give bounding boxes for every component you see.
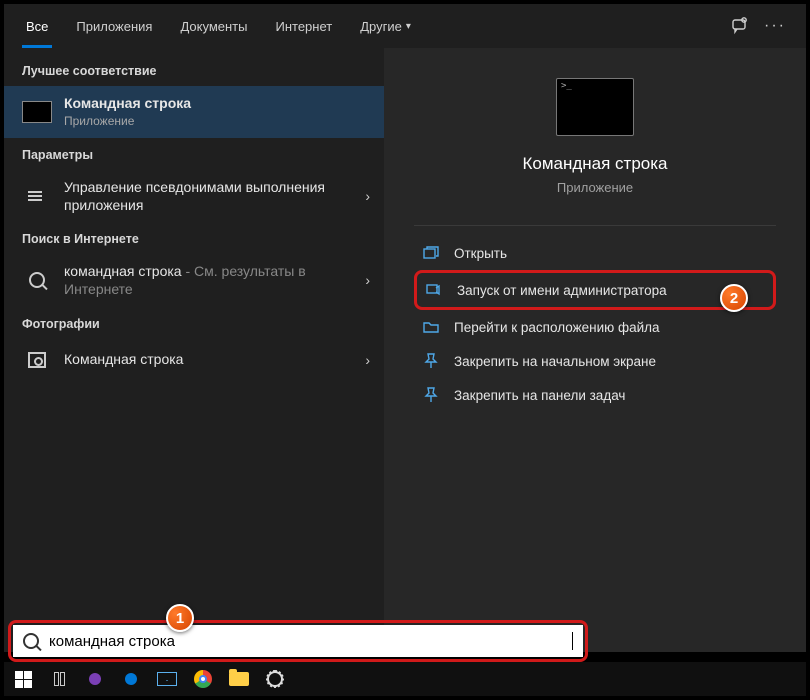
result-web-search[interactable]: командная строка - См. результаты в Инте… bbox=[4, 254, 384, 306]
search-icon bbox=[29, 272, 45, 288]
filter-tabs: Все Приложения Документы Интернет Другие… bbox=[4, 4, 806, 48]
preview-subtitle: Приложение bbox=[557, 180, 633, 195]
search-icon bbox=[23, 633, 39, 649]
action-open-location[interactable]: Перейти к расположению файла bbox=[414, 310, 776, 344]
tab-all[interactable]: Все bbox=[12, 4, 62, 48]
windows-icon bbox=[15, 671, 32, 688]
section-photos: Фотографии bbox=[4, 307, 384, 339]
action-pin-start[interactable]: Закрепить на начальном экране bbox=[414, 344, 776, 378]
task-view-icon bbox=[54, 672, 65, 686]
circle-icon bbox=[125, 673, 137, 685]
result-photo[interactable]: Командная строка › bbox=[4, 339, 384, 381]
task-view-button[interactable] bbox=[46, 666, 72, 692]
app-large-icon bbox=[556, 78, 634, 136]
section-settings: Параметры bbox=[4, 138, 384, 170]
preview-title: Командная строка bbox=[522, 154, 667, 174]
tab-more[interactable]: Другие▾ bbox=[346, 4, 425, 48]
taskbar-app-1[interactable] bbox=[82, 666, 108, 692]
taskbar-settings[interactable] bbox=[262, 666, 288, 692]
preview-pane: Командная строка Приложение Открыть Запу… bbox=[384, 48, 806, 652]
result-title: Командная строка bbox=[64, 94, 370, 112]
cmd-icon bbox=[22, 101, 52, 123]
feedback-icon[interactable] bbox=[730, 16, 750, 36]
results-column: Лучшее соответствие Командная строка При… bbox=[4, 48, 384, 652]
settings-list-icon bbox=[28, 189, 46, 203]
start-button[interactable] bbox=[10, 666, 36, 692]
taskbar-mail[interactable] bbox=[154, 666, 180, 692]
search-box-callout bbox=[8, 620, 588, 662]
section-best-match: Лучшее соответствие bbox=[4, 54, 384, 86]
result-alias-setting[interactable]: Управление псевдонимами выполнения прило… bbox=[4, 170, 384, 222]
photo-icon bbox=[28, 352, 46, 368]
tab-apps[interactable]: Приложения bbox=[62, 4, 166, 48]
chevron-right-icon: › bbox=[365, 272, 370, 288]
tab-documents[interactable]: Документы bbox=[166, 4, 261, 48]
gear-icon bbox=[267, 671, 283, 687]
result-subtitle: Приложение bbox=[64, 114, 370, 130]
divider bbox=[414, 225, 776, 226]
open-icon bbox=[422, 245, 440, 261]
chrome-icon bbox=[194, 670, 212, 688]
action-pin-taskbar[interactable]: Закрепить на панели задач bbox=[414, 378, 776, 412]
annotation-badge-2: 2 bbox=[720, 284, 748, 312]
taskbar-chrome[interactable] bbox=[190, 666, 216, 692]
taskbar-app-2[interactable] bbox=[118, 666, 144, 692]
section-web-search: Поиск в Интернете bbox=[4, 222, 384, 254]
search-input[interactable] bbox=[49, 633, 572, 650]
result-best-match[interactable]: Командная строка Приложение bbox=[4, 86, 384, 138]
taskbar-explorer[interactable] bbox=[226, 666, 252, 692]
annotation-badge-1: 1 bbox=[166, 604, 194, 632]
tab-web[interactable]: Интернет bbox=[261, 4, 346, 48]
folder-icon bbox=[229, 672, 249, 686]
folder-location-icon bbox=[422, 319, 440, 335]
chevron-down-icon: ▾ bbox=[406, 21, 411, 32]
action-open[interactable]: Открыть bbox=[414, 236, 776, 270]
mail-icon bbox=[157, 672, 177, 686]
text-caret bbox=[572, 632, 573, 650]
chevron-right-icon: › bbox=[365, 188, 370, 204]
pin-taskbar-icon bbox=[422, 387, 440, 403]
circle-icon bbox=[89, 673, 101, 685]
more-icon[interactable]: ··· bbox=[764, 17, 786, 35]
chevron-right-icon: › bbox=[365, 352, 370, 368]
search-panel: Все Приложения Документы Интернет Другие… bbox=[4, 4, 806, 652]
admin-icon bbox=[425, 282, 443, 298]
taskbar bbox=[4, 662, 806, 696]
pin-start-icon bbox=[422, 353, 440, 369]
